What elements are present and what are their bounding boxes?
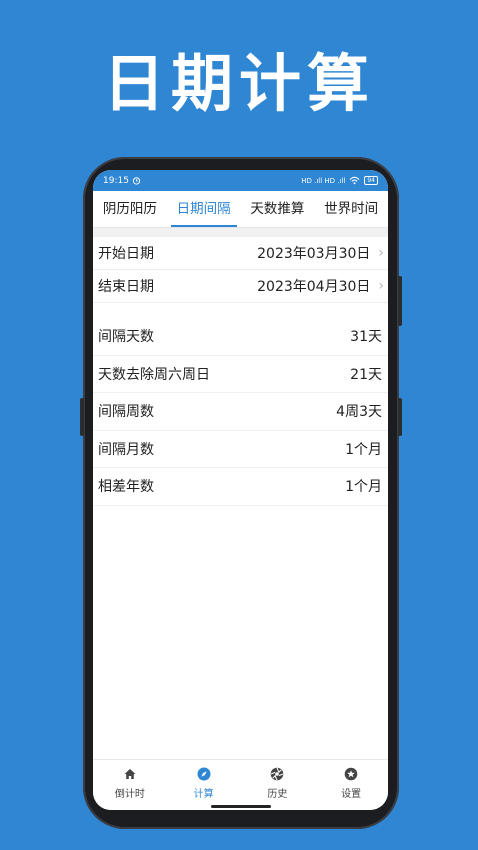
- bottom-nav: 倒计时 计算 历史 设置: [93, 759, 388, 810]
- start-date-label: 开始日期: [98, 246, 154, 262]
- result-row: 天数去除周六周日 21天: [93, 356, 388, 393]
- compass-icon: [197, 767, 211, 781]
- result-label: 相差年数: [98, 479, 154, 496]
- nav-settings[interactable]: 设置: [314, 760, 388, 810]
- end-date-label: 结束日期: [98, 279, 154, 295]
- status-bar: 19:15 HD .ıll HD .ıll 94: [93, 170, 388, 191]
- start-date-row[interactable]: 开始日期 2023年03月30日 ›: [93, 237, 388, 270]
- result-value: 1个月: [345, 479, 382, 496]
- chevron-right-icon: ›: [378, 278, 384, 294]
- result-label: 间隔周数: [98, 404, 154, 421]
- result-value: 31天: [350, 329, 382, 346]
- tab-world-time[interactable]: 世界时间: [314, 191, 388, 227]
- end-date-row[interactable]: 结束日期 2023年04月30日 ›: [93, 270, 388, 303]
- tab-lunar-solar[interactable]: 阴历阳历: [93, 191, 167, 227]
- result-value: 21天: [350, 366, 382, 383]
- nav-label: 历史: [267, 789, 288, 800]
- nav-countdown[interactable]: 倒计时: [93, 760, 167, 810]
- result-row: 间隔天数 31天: [93, 318, 388, 356]
- result-row: 间隔周数 4周3天: [93, 393, 388, 431]
- nav-history[interactable]: 历史: [241, 760, 315, 810]
- tab-day-calc[interactable]: 天数推算: [241, 191, 315, 227]
- tab-bar: 阴历阳历 日期间隔 天数推算 世界时间: [93, 191, 388, 228]
- nav-calculate[interactable]: 计算: [167, 760, 241, 810]
- start-date-value: 2023年03月30日: [257, 246, 371, 262]
- power-button: [398, 276, 402, 326]
- battery-icon: 94: [364, 176, 378, 185]
- end-date-value: 2023年04月30日: [257, 279, 371, 295]
- result-label: 间隔天数: [98, 329, 154, 346]
- alarm-icon: [132, 177, 141, 185]
- result-label: 间隔月数: [98, 441, 154, 458]
- result-label: 天数去除周六周日: [98, 366, 210, 383]
- signal-icon: HD .ıll HD .ıll: [301, 176, 346, 185]
- result-value: 1个月: [345, 441, 382, 458]
- tab-date-interval[interactable]: 日期间隔: [167, 191, 241, 227]
- app-screen: 19:15 HD .ıll HD .ıll 94 阴历阳历 日期间隔 天数推算 …: [93, 170, 388, 810]
- page-headline: 日期计算: [102, 47, 375, 120]
- result-row: 相差年数 1个月: [93, 468, 388, 506]
- star-circle-icon: [344, 767, 358, 781]
- status-time: 19:15: [103, 175, 129, 186]
- home-indicator: [211, 805, 271, 808]
- aperture-icon: [271, 767, 284, 781]
- home-icon: [124, 769, 136, 779]
- wifi-icon: [349, 176, 360, 185]
- section-divider: [93, 228, 388, 237]
- nav-label: 设置: [341, 789, 362, 800]
- side-button: [398, 398, 402, 436]
- volume-button: [80, 398, 84, 436]
- nav-label: 计算: [193, 789, 214, 800]
- chevron-right-icon: ›: [378, 245, 384, 261]
- result-row: 间隔月数 1个月: [93, 431, 388, 468]
- result-value: 4周3天: [336, 404, 382, 421]
- nav-label: 倒计时: [114, 789, 145, 800]
